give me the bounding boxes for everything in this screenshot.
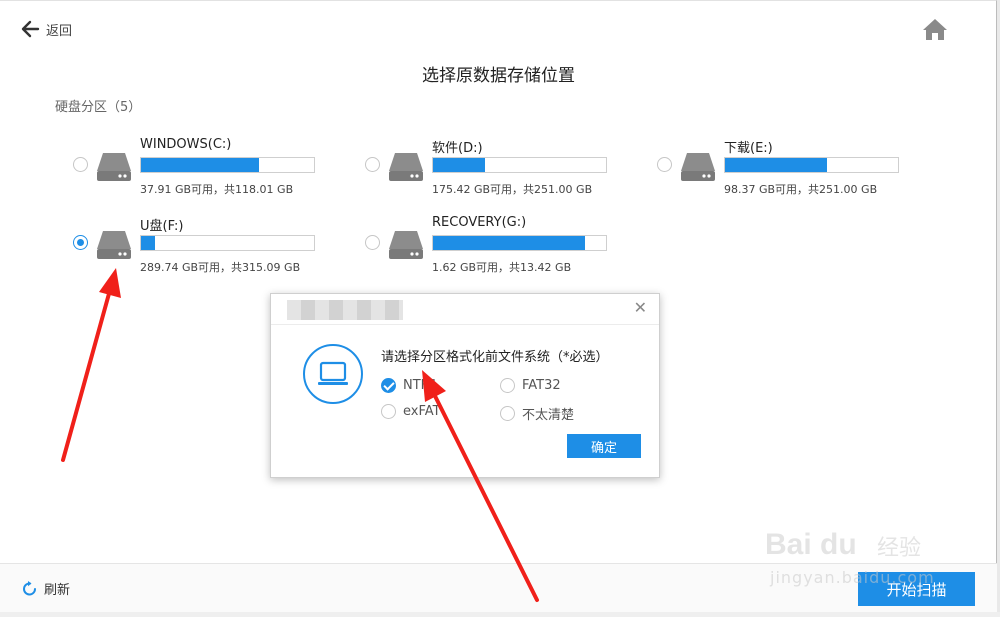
partition-radio[interactable] bbox=[73, 157, 88, 172]
watermark-cn: 经验 bbox=[877, 536, 922, 561]
partition-e[interactable]: 下载(E:) 98.37 GB可用，共251.00 GB bbox=[657, 137, 917, 197]
page-title: 选择原数据存储位置 bbox=[422, 66, 575, 86]
partition-g[interactable]: RECOVERY(G:) 1.62 GB可用，共13.42 GB bbox=[365, 215, 625, 275]
partition-usage-bar bbox=[724, 157, 899, 173]
partition-usage-bar bbox=[432, 235, 607, 251]
partition-usage-fill bbox=[141, 158, 259, 172]
option-label: exFAT bbox=[403, 404, 441, 419]
partition-info: 98.37 GB可用，共251.00 GB bbox=[724, 183, 878, 196]
option-checkbox[interactable] bbox=[500, 406, 515, 421]
option-label: 不太清楚 bbox=[522, 408, 575, 423]
section-label: 硬盘分区（5） bbox=[55, 100, 142, 115]
option-label: FAT32 bbox=[522, 378, 561, 393]
disk-icon bbox=[97, 231, 131, 259]
partition-name: U盘(F:) bbox=[140, 219, 184, 234]
partition-info: 289.74 GB可用，共315.09 GB bbox=[140, 261, 301, 274]
partition-info: 37.91 GB可用，共118.01 GB bbox=[140, 183, 294, 196]
filesystem-dialog: ✕ 请选择分区格式化前文件系统（*必选） NTFS FAT32 exFAT 不太… bbox=[270, 293, 660, 478]
option-checkbox[interactable] bbox=[381, 404, 396, 419]
disk-icon bbox=[681, 153, 715, 181]
disk-icon bbox=[389, 231, 423, 259]
watermark-logo: Bai du bbox=[765, 528, 857, 561]
partition-radio[interactable] bbox=[73, 235, 88, 250]
option-checkbox[interactable] bbox=[381, 378, 396, 393]
back-arrow-icon bbox=[21, 20, 40, 38]
disk-icon bbox=[389, 153, 423, 181]
partition-usage-bar bbox=[140, 235, 315, 251]
partition-radio[interactable] bbox=[365, 235, 380, 250]
partition-usage-fill bbox=[141, 236, 155, 250]
partition-f[interactable]: U盘(F:) 289.74 GB可用，共315.09 GB bbox=[73, 215, 333, 275]
window-shadow bbox=[0, 612, 1000, 617]
dialog-icon bbox=[303, 344, 363, 404]
partition-name: 下载(E:) bbox=[724, 141, 773, 156]
partition-name: WINDOWS(C:) bbox=[140, 137, 232, 152]
refresh-button[interactable]: 刷新 bbox=[21, 579, 70, 598]
partition-usage-bar bbox=[432, 157, 607, 173]
option-ntfs[interactable]: NTFS bbox=[381, 378, 436, 393]
close-icon[interactable]: ✕ bbox=[634, 298, 647, 317]
partition-info: 175.42 GB可用，共251.00 GB bbox=[432, 183, 593, 196]
option-checkbox[interactable] bbox=[500, 378, 515, 393]
partition-usage-fill bbox=[725, 158, 828, 172]
partition-usage-fill bbox=[433, 158, 485, 172]
partition-d[interactable]: 软件(D:) 175.42 GB可用，共251.00 GB bbox=[365, 137, 625, 197]
option-exfat[interactable]: exFAT bbox=[381, 404, 441, 419]
disk-icon bbox=[97, 153, 131, 181]
refresh-label: 刷新 bbox=[44, 583, 71, 598]
watermark: Bai du 经验 jingyan.baidu.com bbox=[765, 510, 950, 600]
partition-usage-fill bbox=[433, 236, 586, 250]
option-label: NTFS bbox=[403, 378, 437, 393]
laptop-icon bbox=[318, 361, 348, 385]
partition-usage-bar bbox=[140, 157, 315, 173]
partition-c[interactable]: WINDOWS(C:) 37.91 GB可用，共118.01 GB bbox=[73, 137, 333, 197]
option-unsure[interactable]: 不太清楚 bbox=[500, 404, 574, 423]
option-fat32[interactable]: FAT32 bbox=[500, 378, 561, 393]
dialog-question: 请选择分区格式化前文件系统（*必选） bbox=[381, 350, 609, 365]
partition-radio[interactable] bbox=[365, 157, 380, 172]
partition-info: 1.62 GB可用，共13.42 GB bbox=[432, 261, 572, 274]
partition-name: RECOVERY(G:) bbox=[432, 215, 527, 230]
partition-radio[interactable] bbox=[657, 157, 672, 172]
refresh-icon bbox=[23, 580, 36, 595]
watermark-url: jingyan.baidu.com bbox=[770, 568, 935, 587]
home-icon[interactable] bbox=[922, 17, 948, 41]
dialog-title-blurred bbox=[287, 300, 403, 320]
partition-name: 软件(D:) bbox=[432, 141, 483, 156]
back-label: 返回 bbox=[46, 23, 73, 39]
confirm-button[interactable]: 确定 bbox=[567, 434, 641, 458]
dialog-divider bbox=[271, 324, 659, 325]
back-button[interactable]: 返回 bbox=[20, 19, 72, 39]
